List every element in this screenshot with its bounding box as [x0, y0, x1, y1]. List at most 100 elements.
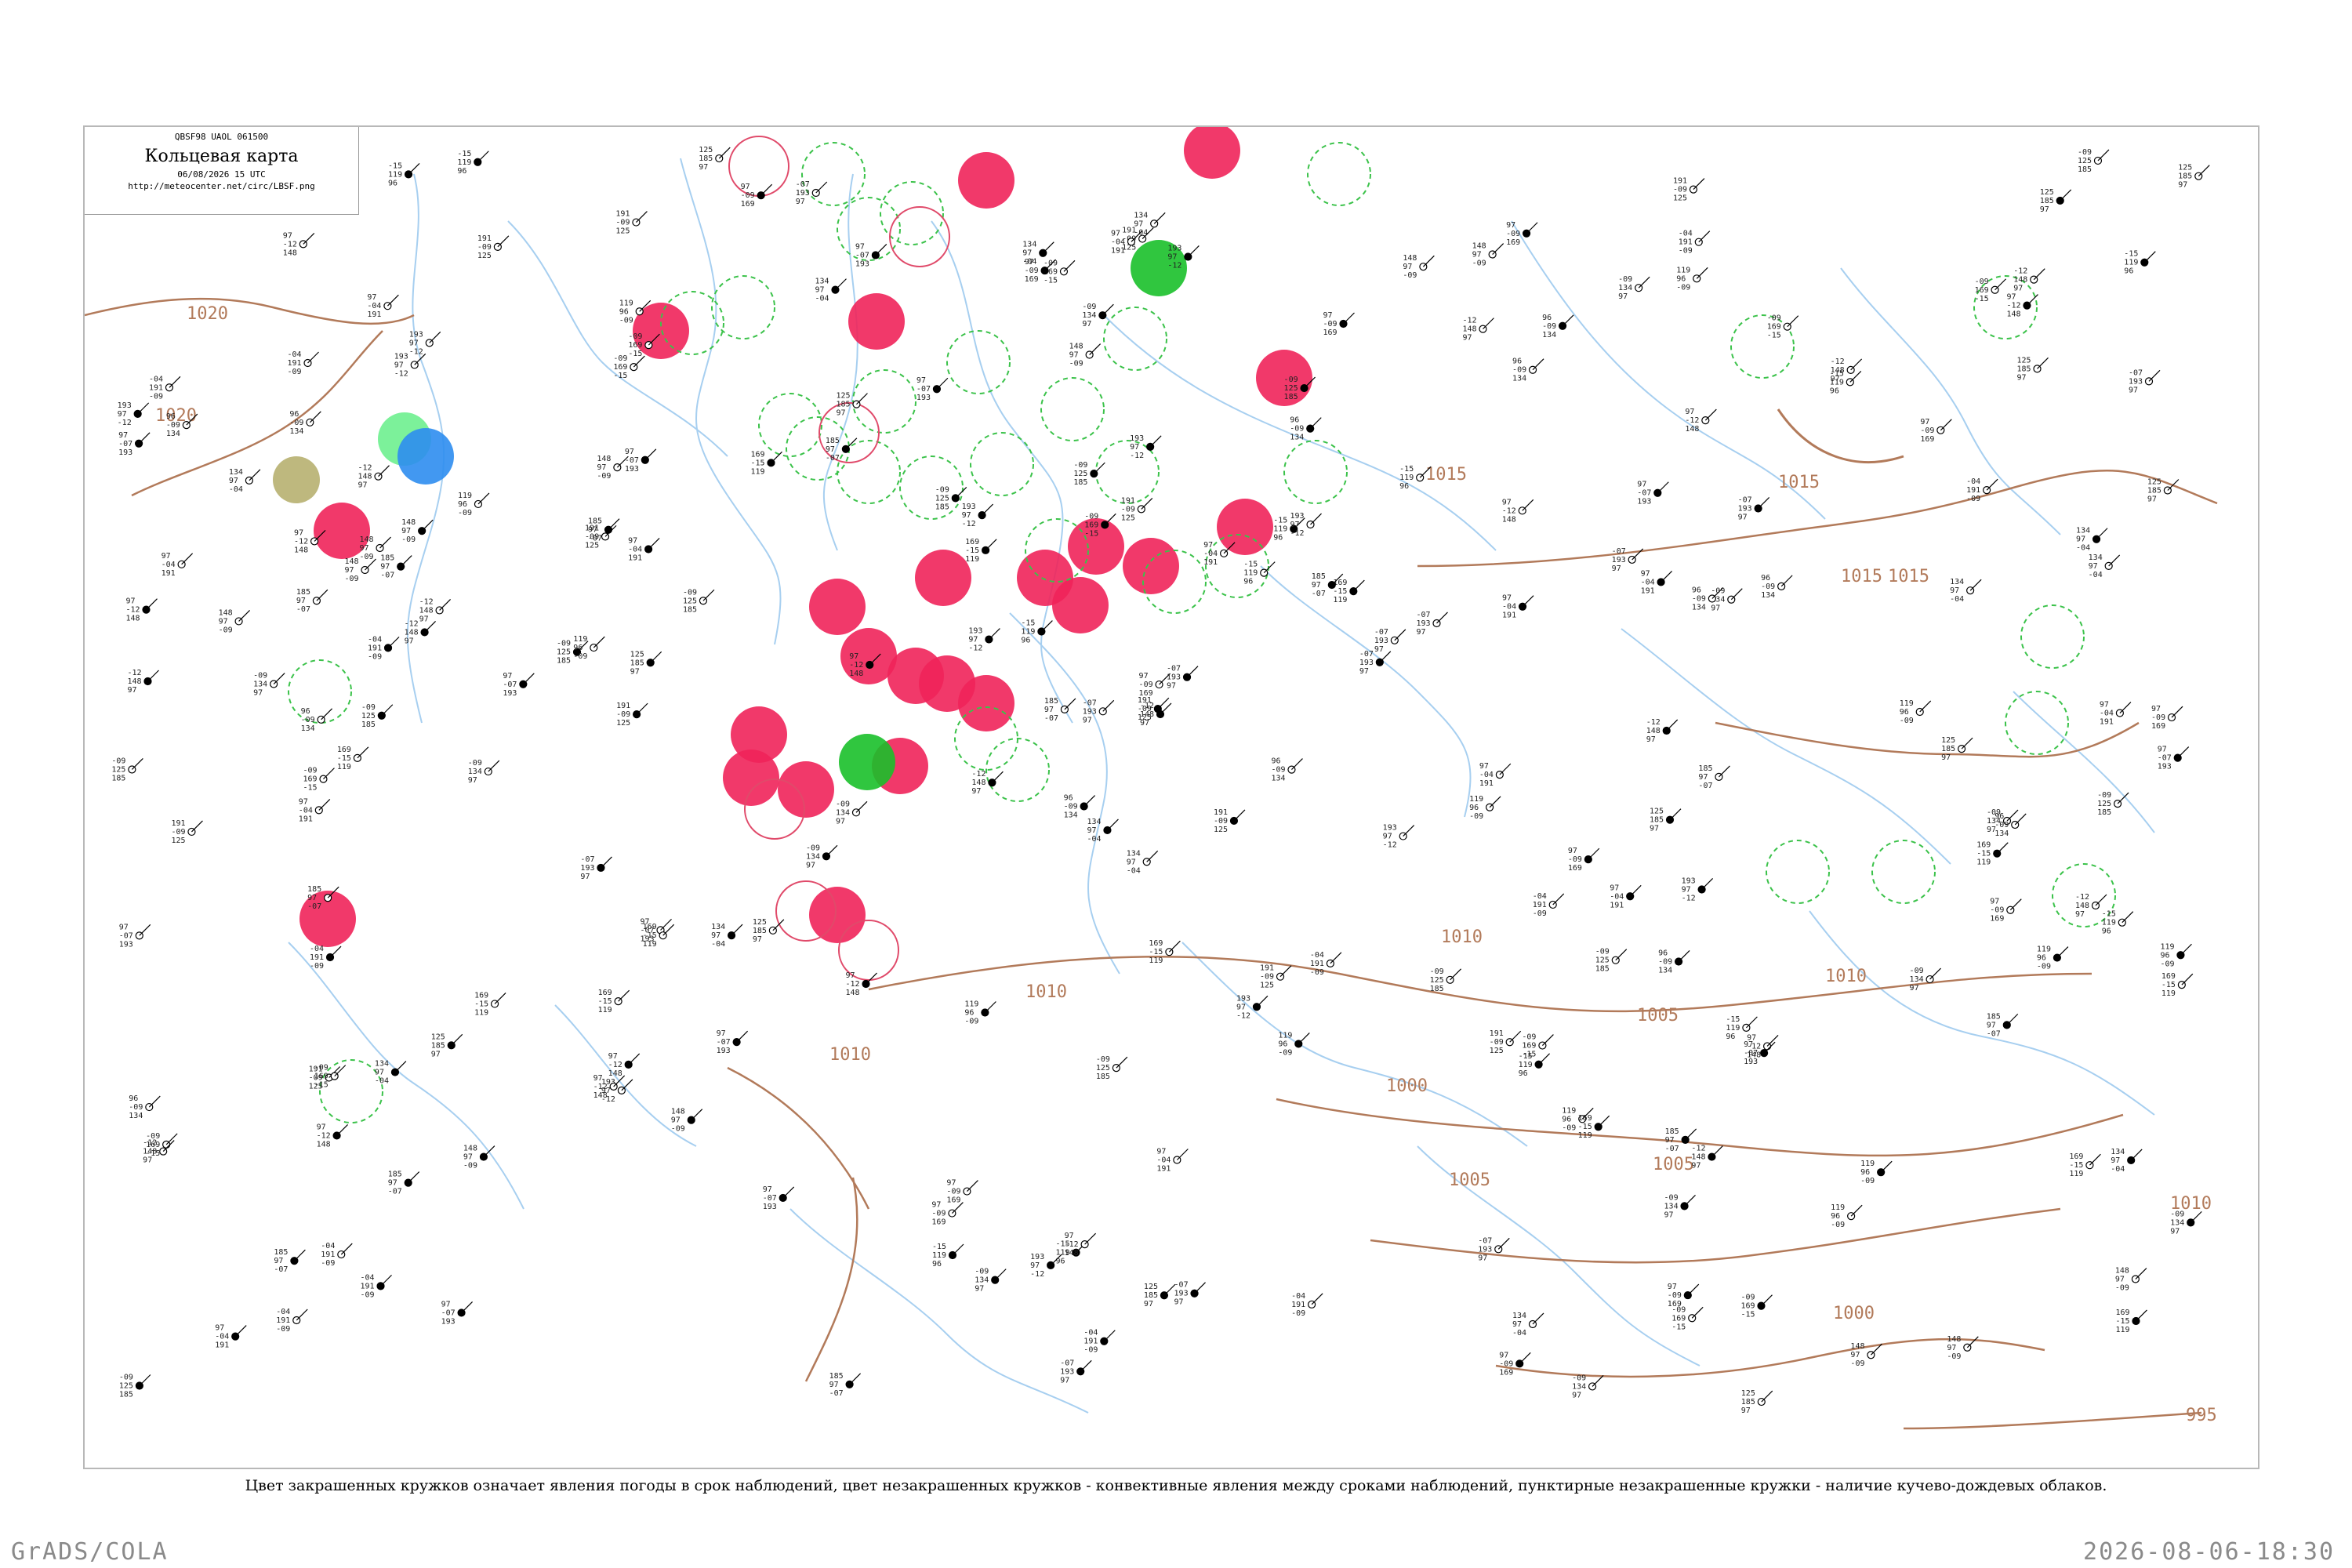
station-plot: 97-07193 — [916, 376, 949, 402]
station-value: 148 — [2013, 276, 2027, 285]
wind-barb — [408, 162, 420, 175]
station-value: -09 — [1291, 1309, 1305, 1318]
station-value: 97 — [975, 1285, 984, 1294]
station-value: -15 — [1975, 295, 1989, 303]
station-value: -09 — [671, 1125, 685, 1134]
station-value: 97 — [1140, 719, 1149, 728]
station-plot: 97-07193 — [118, 431, 151, 457]
station-value: -09 — [557, 640, 571, 648]
station-plot: 97-07193 — [503, 672, 535, 698]
station-value: 185 — [1941, 745, 1955, 753]
wind-barb — [147, 670, 159, 682]
station-value: -09 — [573, 652, 587, 661]
station-value: 96 — [1830, 387, 1839, 395]
station-plot: 97-04191 — [1502, 594, 1534, 620]
station-plot: -04191-09 — [1966, 477, 1998, 503]
station-value: 97 — [2040, 205, 2049, 214]
station-plot: -0719397 — [1478, 1236, 1510, 1262]
station-value: 97 — [394, 361, 404, 369]
station-value: 97 — [846, 971, 855, 980]
isobar-label: 1015 — [1425, 465, 1467, 485]
station-value: 191 — [299, 815, 313, 823]
station-value: -04 — [1203, 550, 1218, 558]
station-value: -15 — [1243, 561, 1258, 569]
station-value: 191 — [1641, 586, 1655, 595]
station-value: 97 — [118, 410, 127, 419]
station-value: -04 — [276, 1308, 290, 1316]
station-value: 97 — [829, 1381, 839, 1389]
station-plot: 14897-09 — [463, 1145, 495, 1171]
station-value: 119 — [388, 170, 402, 179]
station-value: 97 — [849, 652, 858, 661]
cb-cloud-ring — [1283, 440, 1348, 504]
station-value: -15 — [750, 459, 764, 467]
wind-barb — [988, 628, 1000, 640]
station-plot: 97-12148 — [2006, 293, 2038, 319]
station-value: 125 — [683, 597, 697, 605]
station-plot: 191-09125 — [171, 819, 203, 845]
station-plot: -0913497 — [1572, 1374, 1604, 1399]
wind-barb — [439, 599, 452, 611]
station-value: -15 — [1044, 276, 1058, 285]
isobar-label: 1015 — [1778, 473, 1820, 492]
station-value: 97 — [1691, 1162, 1700, 1171]
station-value: 97 — [1127, 858, 1136, 866]
station-plot: 97-04191 — [1641, 569, 1673, 595]
station-value: -09 — [1947, 1352, 1961, 1361]
station-value: 97 — [699, 163, 708, 172]
station-value: 119 — [1021, 628, 1035, 637]
wind-barb — [1986, 478, 1998, 491]
station-value: 96 — [388, 179, 397, 187]
station-value: -12 — [1236, 1011, 1250, 1020]
station-value: -09 — [931, 1210, 946, 1218]
station-value: -07 — [1744, 1049, 1758, 1058]
station-value: 97 — [360, 544, 369, 553]
station-plot: 97-04191 — [1156, 1147, 1189, 1173]
wind-barb — [967, 1180, 978, 1192]
station-value: -07 — [796, 180, 810, 189]
station-value: 148 — [219, 608, 233, 617]
station-value: -09 — [303, 767, 317, 775]
station-value: 191 — [1533, 901, 1547, 909]
station-value: 97 — [441, 1300, 451, 1308]
station-plot: -0719397 — [580, 855, 612, 881]
station-value: -09 — [2078, 148, 2092, 157]
station-value: 191 — [310, 953, 324, 962]
station-value: 169 — [1568, 864, 1582, 873]
station-value: -15 — [2115, 1317, 2129, 1326]
wind-barb — [1526, 222, 1538, 234]
station-value: 97 — [1065, 1232, 1074, 1240]
station-value: 97 — [1083, 716, 1092, 724]
wind-barb — [849, 1373, 862, 1385]
station-value: 191 — [1679, 238, 1693, 247]
map-title-box: QBSF98 UAOL 061500 Кольцевая карта 06/08… — [85, 127, 359, 215]
station-plot: 96-09134 — [1658, 949, 1690, 975]
station-value: 193 — [2129, 377, 2143, 386]
station-value: 148 — [608, 1069, 622, 1078]
station-value: 97 — [916, 376, 926, 385]
station-value: 185 — [753, 927, 767, 935]
station-value: 97 — [855, 242, 865, 251]
station-value: 169 — [643, 923, 657, 931]
station-value: 119 — [1578, 1131, 1592, 1140]
station-value: 97 — [2115, 1276, 2125, 1284]
station-value: 96 — [289, 410, 299, 419]
station-value: 148 — [317, 1140, 331, 1149]
station-plot: -1214897 — [1462, 317, 1494, 343]
station-value: -12 — [1030, 1270, 1044, 1279]
station-value: 96 — [1994, 812, 2004, 821]
station-plot: 14897-09 — [597, 455, 629, 481]
station-value: 169 — [613, 363, 627, 372]
station-value: -07 — [1637, 489, 1651, 498]
station-value: -09 — [1284, 376, 1298, 384]
station-value: 185 — [935, 503, 949, 511]
station-value: -15 — [965, 546, 979, 555]
station-value: -04 — [310, 945, 324, 953]
station-value: -09 — [1490, 1038, 1504, 1047]
station-value: -12 — [1682, 894, 1696, 902]
station-value: 191 — [585, 524, 599, 532]
station-value: 185 — [1312, 572, 1326, 581]
wind-barb — [137, 402, 150, 415]
station-plot: 11996-09 — [458, 492, 490, 517]
station-value: -09 — [301, 716, 315, 724]
